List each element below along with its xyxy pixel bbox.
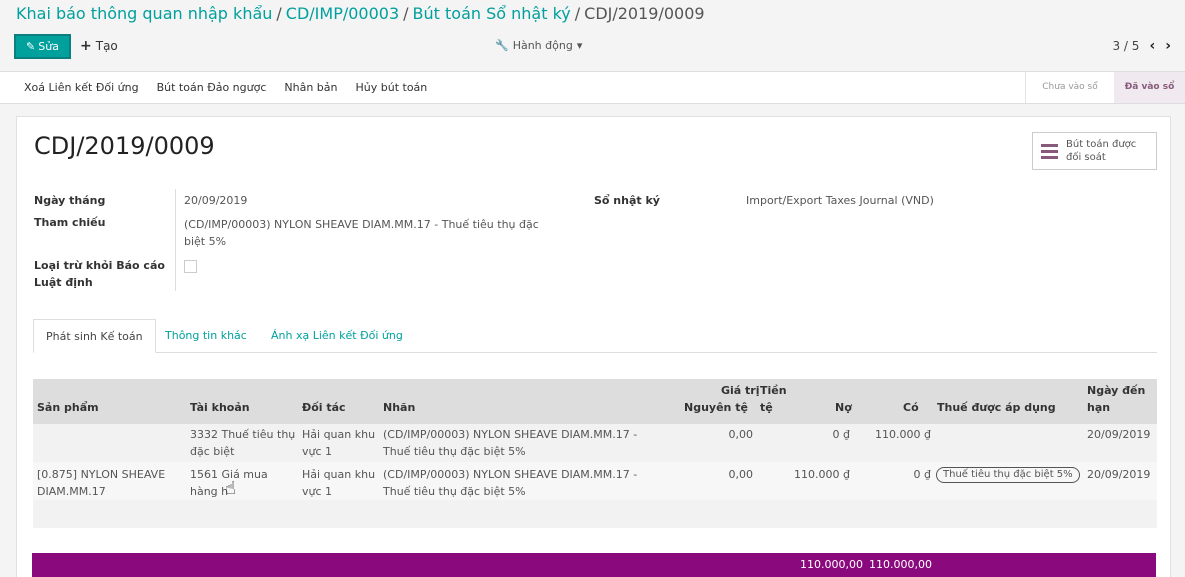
- list-icon: [1041, 143, 1058, 159]
- row2-partner-line1: Hải quan khu: [302, 468, 376, 481]
- wrench-icon: 🔧: [495, 39, 509, 52]
- page-title: CDJ/2019/0009: [34, 132, 215, 160]
- row2-product-line1: [0.875] NYLON SHEAVE: [37, 468, 166, 481]
- row1-label-line1: (CD/IMP/00003) NYLON SHEAVE DIAM.MM.17 -: [383, 428, 638, 441]
- row2-amount-currency: 0,00: [728, 468, 754, 481]
- notebook-tabs: Phát sinh Kế toán Thông tin khác Ánh xạ …: [33, 319, 1157, 353]
- chevron-left-icon[interactable]: ‹: [1149, 38, 1155, 54]
- row2-product-line2: DIAM.MM.17: [37, 485, 106, 498]
- row1-due-date: 20/09/2019: [1087, 428, 1151, 441]
- column-credit[interactable]: Có: [903, 399, 919, 416]
- reference-label: Tham chiếu: [34, 216, 106, 229]
- action-dropdown[interactable]: 🔧 Hành động ▾: [495, 39, 582, 52]
- pager: 3 / 5 ‹ ›: [1112, 38, 1171, 54]
- create-button-label: Tạo: [95, 39, 118, 53]
- column-partner[interactable]: Đối tác: [302, 399, 346, 416]
- column-due-date-line2[interactable]: hạn: [1087, 399, 1110, 416]
- breadcrumb-separator: /: [574, 4, 581, 23]
- status-bar: Xoá Liên kết Đối ứng Bút toán Đảo ngược …: [0, 71, 1185, 104]
- breadcrumb-separator: /: [276, 4, 282, 23]
- edit-button-label: Sửa: [38, 40, 59, 53]
- column-label[interactable]: Nhãn: [383, 399, 415, 416]
- edit-button[interactable]: ✎ Sửa: [14, 34, 71, 59]
- reference-value-line1: (CD/IMP/00003) NYLON SHEAVE DIAM.MM.17 -…: [184, 218, 539, 231]
- column-taxes[interactable]: Thuế được áp dụng: [937, 399, 1056, 416]
- duplicate-button[interactable]: Nhân bản: [284, 81, 337, 94]
- caret-down-icon: ▾: [576, 39, 583, 52]
- row2-debit: 110.000 ₫: [794, 468, 850, 481]
- tab-reconcile-mapping[interactable]: Ánh xạ Liên kết Đối ứng: [259, 319, 415, 353]
- breadcrumb-current: CDJ/2019/0009: [584, 4, 705, 23]
- date-label: Ngày tháng: [34, 194, 106, 207]
- breadcrumb-link-journal[interactable]: Bút toán Sổ nhật ký: [413, 4, 571, 23]
- total-debit: 110.000,00: [800, 558, 863, 571]
- row2-partner-line2: vực 1: [302, 485, 333, 498]
- chevron-right-icon[interactable]: ›: [1165, 38, 1171, 54]
- reconciled-entries-label: Bút toán được đối soát: [1066, 139, 1137, 163]
- row1-account-line1: 3332 Thuế tiêu thụ: [190, 428, 296, 441]
- pager-value[interactable]: 3 / 5: [1112, 39, 1139, 53]
- column-debit[interactable]: Nợ: [835, 399, 852, 416]
- tax-tag[interactable]: Thuế tiêu thụ đặc biệt 5%: [936, 467, 1080, 483]
- hand-cursor-icon: ☝: [225, 478, 236, 499]
- row1-credit: 110.000 ₫: [875, 428, 931, 441]
- exclude-report-label-line1: Loại trừ khỏi Báo cáo: [34, 259, 165, 272]
- cancel-entry-button[interactable]: Hủy bút toán: [356, 81, 428, 94]
- tab-other-info[interactable]: Thông tin khác: [153, 319, 259, 353]
- exclude-report-checkbox[interactable]: [184, 260, 197, 273]
- column-product[interactable]: Sản phẩm: [37, 399, 99, 416]
- breadcrumb-link-customs[interactable]: Khai báo thông quan nhập khẩu: [16, 4, 272, 23]
- row2-label-line1: (CD/IMP/00003) NYLON SHEAVE DIAM.MM.17 -: [383, 468, 638, 481]
- reverse-entry-button[interactable]: Bút toán Đảo ngược: [157, 81, 267, 94]
- row2-account-line2: hàng h: [190, 485, 229, 498]
- create-button[interactable]: + Tạo: [80, 38, 118, 54]
- stage-draft[interactable]: Chưa vào sổ: [1025, 72, 1114, 103]
- row2-due-date: 20/09/2019: [1087, 468, 1151, 481]
- breadcrumb-separator: /: [403, 4, 409, 23]
- breadcrumb: Khai báo thông quan nhập khẩu / CD/IMP/000…: [16, 4, 705, 23]
- column-due-date-line1[interactable]: Ngày đến: [1087, 382, 1145, 399]
- exclude-report-label-line2: Luật định: [34, 276, 93, 289]
- pencil-icon: ✎: [26, 40, 36, 53]
- breadcrumb-link-import[interactable]: CD/IMP/00003: [286, 4, 399, 23]
- journal-label: Sổ nhật ký: [594, 194, 660, 207]
- header-actions: Xoá Liên kết Đối ứng Bút toán Đảo ngược …: [24, 81, 427, 94]
- column-currency-line2[interactable]: tệ: [760, 399, 773, 416]
- table-header: Sản phẩm Tài khoản Đối tác Nhãn Giá trị …: [33, 379, 1157, 424]
- tab-journal-items[interactable]: Phát sinh Kế toán: [33, 319, 156, 353]
- reference-value-line2: biệt 5%: [184, 235, 227, 248]
- total-credit: 110.000,00: [869, 558, 932, 571]
- column-amount-currency-line2[interactable]: Nguyên tệ: [684, 399, 748, 416]
- row2-label-line2: Thuế tiêu thụ đặc biệt 5%: [383, 485, 526, 498]
- column-account[interactable]: Tài khoản: [190, 399, 250, 416]
- journal-value: Import/Export Taxes Journal (VND): [746, 194, 934, 207]
- totals-row: 110.000,00 110.000,00: [32, 553, 1156, 577]
- action-dropdown-label: Hành động: [512, 39, 573, 52]
- add-line-row[interactable]: [33, 500, 1157, 528]
- row1-label-line2: Thuế tiêu thụ đặc biệt 5%: [383, 445, 526, 458]
- stage-posted[interactable]: Đã vào sổ: [1114, 72, 1185, 103]
- row1-debit: 0 ₫: [832, 428, 851, 441]
- reconciled-entries-button[interactable]: Bút toán được đối soát: [1032, 132, 1157, 170]
- row1-partner-line2: vực 1: [302, 445, 333, 458]
- remove-reconcile-button[interactable]: Xoá Liên kết Đối ứng: [24, 81, 139, 94]
- form-sheet: CDJ/2019/0009 Bút toán được đối soát Ngà…: [16, 116, 1171, 577]
- plus-icon: +: [80, 38, 92, 54]
- row1-account-line2: đặc biệt: [190, 445, 235, 458]
- column-amount-currency-line1[interactable]: Giá trị: [721, 382, 760, 399]
- column-currency-line1[interactable]: Tiền: [760, 382, 787, 399]
- row1-partner-line1: Hải quan khu: [302, 428, 376, 441]
- row1-amount-currency: 0,00: [728, 428, 754, 441]
- date-value: 20/09/2019: [184, 194, 248, 207]
- row2-credit: 0 ₫: [913, 468, 932, 481]
- field-divider: [175, 189, 176, 291]
